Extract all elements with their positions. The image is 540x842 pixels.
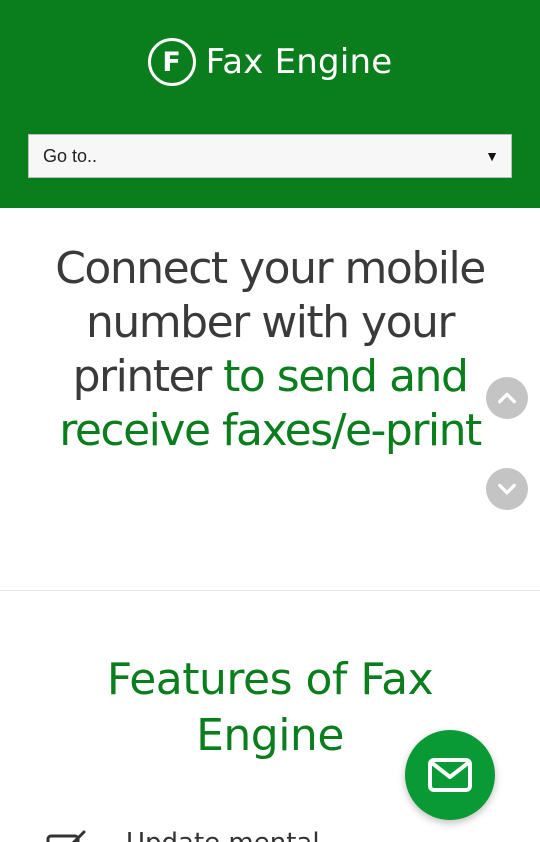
dropdown-arrow-icon: ▼ <box>485 148 499 164</box>
hero-line-3-plain: printer <box>72 351 224 402</box>
hero-line-3-highlight: to send and <box>223 351 469 402</box>
site-header: F Fax Engine Go to.. ▼ <box>0 0 540 208</box>
edit-icon <box>46 830 86 842</box>
scroll-up-button[interactable] <box>486 377 528 419</box>
chevron-down-icon <box>498 483 516 495</box>
hero-line-2: number with your <box>86 297 455 348</box>
envelope-icon <box>428 758 472 792</box>
feature-item: Update mental <box>46 828 506 842</box>
page: F Fax Engine Go to.. ▼ Connect your mobi… <box>0 0 540 842</box>
fax-engine-logo-icon: F <box>147 38 196 86</box>
hero-line-4-highlight: receive faxes/e-print <box>59 405 482 456</box>
logo-letter: F <box>162 46 181 78</box>
chevron-up-icon <box>498 392 516 404</box>
hero-line-1: Connect your mobile <box>55 243 486 294</box>
hero-headline: Connect your mobile number with your pri… <box>30 242 510 458</box>
goto-select-value: Go to.. <box>43 145 98 166</box>
brand-name: Fax Engine <box>205 42 393 82</box>
brand[interactable]: F Fax Engine <box>0 34 540 90</box>
section-divider <box>0 590 540 591</box>
contact-mail-button[interactable] <box>405 730 495 820</box>
feature-item-label: Update mental <box>126 828 320 842</box>
goto-select[interactable]: Go to.. ▼ <box>28 134 512 178</box>
scroll-down-button[interactable] <box>486 468 528 510</box>
